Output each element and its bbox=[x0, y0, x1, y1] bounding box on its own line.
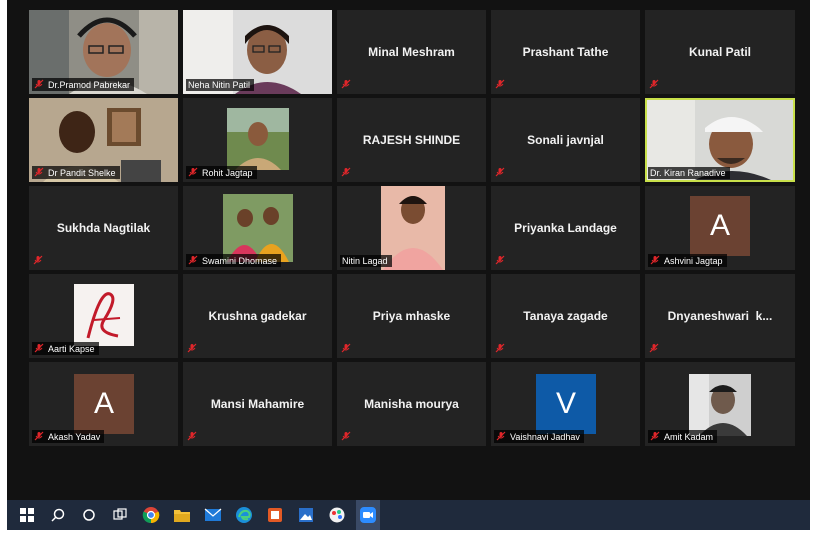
participant-tile[interactable]: Mansi Mahamire bbox=[183, 362, 332, 446]
participant-name-label: Akash Yadav bbox=[32, 430, 105, 443]
participant-tile[interactable]: Priya mhaske bbox=[337, 274, 486, 358]
participant-name: RAJESH SHINDE bbox=[362, 133, 461, 147]
participant-tile[interactable]: Kunal Patil bbox=[645, 10, 795, 94]
participant-tile[interactable]: Minal Meshram bbox=[337, 10, 486, 94]
participant-video bbox=[689, 374, 751, 436]
office-icon[interactable] bbox=[263, 500, 287, 530]
windows-start-icon[interactable] bbox=[15, 500, 39, 530]
participant-tile[interactable]: Aarti Kapse bbox=[29, 274, 178, 358]
participant-name: Sonali javnjal bbox=[527, 133, 604, 147]
participant-name-label: Amit Kadam bbox=[648, 430, 718, 443]
participant-video bbox=[223, 194, 293, 262]
participant-name-label: Neha Nitin Patil bbox=[186, 79, 255, 91]
participant-name-label: Nitin Lagad bbox=[340, 255, 392, 267]
participant-video bbox=[74, 284, 134, 346]
zoom-gallery-view: Dr.Pramod Pabrekar Neha Nitin Patil Mina… bbox=[7, 0, 810, 500]
participant-tile[interactable]: Neha Nitin Patil bbox=[183, 10, 332, 94]
mic-muted-icon bbox=[188, 255, 199, 266]
task-view-icon[interactable] bbox=[108, 500, 132, 530]
participant-name: Priyanka Landage bbox=[514, 221, 617, 235]
participant-name-label: Dr.Pramod Pabrekar bbox=[32, 78, 135, 91]
participant-tile[interactable]: Nitin Lagad bbox=[337, 186, 486, 270]
mic-muted-icon bbox=[341, 167, 352, 178]
mic-muted-icon bbox=[341, 431, 352, 442]
mic-muted-icon bbox=[495, 79, 506, 90]
mic-muted-icon bbox=[188, 167, 199, 178]
participant-tile[interactable]: Prashant Tathe bbox=[491, 10, 640, 94]
mic-muted-icon bbox=[341, 79, 352, 90]
participant-tile[interactable]: Manisha mourya bbox=[337, 362, 486, 446]
mic-muted-icon bbox=[34, 79, 45, 90]
chrome-icon[interactable] bbox=[139, 500, 163, 530]
file-explorer-icon[interactable] bbox=[170, 500, 194, 530]
participant-avatar: A bbox=[74, 374, 134, 434]
mic-muted-icon bbox=[649, 343, 660, 354]
participant-tile[interactable]: Dnyaneshwari k... bbox=[645, 274, 795, 358]
participant-name: Kunal Patil bbox=[688, 45, 751, 59]
participant-name-label: Vaishnavi Jadhav bbox=[494, 430, 584, 443]
mic-muted-icon bbox=[495, 255, 506, 266]
edge-icon[interactable] bbox=[232, 500, 256, 530]
participant-tile[interactable]: Krushna gadekar bbox=[183, 274, 332, 358]
participant-avatar: A bbox=[690, 196, 750, 256]
participant-name: Sukhda Nagtilak bbox=[56, 221, 151, 235]
participant-name: Krushna gadekar bbox=[208, 309, 307, 323]
participant-name: Priya mhaske bbox=[372, 309, 451, 323]
participant-tile[interactable]: Priyanka Landage bbox=[491, 186, 640, 270]
participant-tile[interactable]: Amit Kadam bbox=[645, 362, 795, 446]
participant-tile[interactable]: Dr Pandit Shelke bbox=[29, 98, 178, 182]
participant-avatar: V bbox=[536, 374, 596, 434]
mic-muted-icon bbox=[649, 79, 660, 90]
participant-name-label: Ashvini Jagtap bbox=[648, 254, 727, 267]
mic-muted-icon bbox=[650, 431, 661, 442]
photos-icon[interactable] bbox=[294, 500, 318, 530]
participant-name: Prashant Tathe bbox=[522, 45, 609, 59]
mic-muted-icon bbox=[495, 343, 506, 354]
participant-tile[interactable]: Tanaya zagade bbox=[491, 274, 640, 358]
windows-taskbar bbox=[7, 500, 810, 530]
participant-name-label: Aarti Kapse bbox=[32, 342, 99, 355]
mic-muted-icon bbox=[495, 167, 506, 178]
participant-name: Mansi Mahamire bbox=[210, 397, 305, 411]
mic-muted-icon bbox=[33, 255, 44, 266]
participant-name: Tanaya zagade bbox=[523, 309, 608, 323]
participant-tile[interactable]: A Ashvini Jagtap bbox=[645, 186, 795, 270]
mic-muted-icon bbox=[34, 167, 45, 178]
mail-icon[interactable] bbox=[201, 500, 225, 530]
mic-muted-icon bbox=[187, 343, 198, 354]
participant-name-label: Dr. Kiran Ranadive bbox=[648, 167, 730, 179]
mic-muted-icon bbox=[187, 431, 198, 442]
participant-video bbox=[227, 108, 289, 170]
participant-tile[interactable]: Swamini Dhomase bbox=[183, 186, 332, 270]
participant-tile[interactable]: Sukhda Nagtilak bbox=[29, 186, 178, 270]
participant-name-label: Rohit Jagtap bbox=[186, 166, 257, 179]
participant-name: Minal Meshram bbox=[368, 45, 455, 59]
mic-muted-icon bbox=[496, 431, 507, 442]
participant-tile[interactable]: RAJESH SHINDE bbox=[337, 98, 486, 182]
zoom-icon[interactable] bbox=[356, 500, 380, 530]
mic-muted-icon bbox=[341, 343, 352, 354]
participant-name-label: Swamini Dhomase bbox=[186, 254, 282, 267]
mic-muted-icon bbox=[34, 343, 45, 354]
participant-tile-active-speaker[interactable]: Dr. Kiran Ranadive bbox=[645, 98, 795, 182]
participant-name: Manisha mourya bbox=[364, 397, 459, 411]
participant-tile[interactable]: A Akash Yadav bbox=[29, 362, 178, 446]
participant-tile[interactable]: Rohit Jagtap bbox=[183, 98, 332, 182]
mic-muted-icon bbox=[34, 431, 45, 442]
cortana-icon[interactable] bbox=[77, 500, 101, 530]
participant-name: Dnyaneshwari k... bbox=[667, 309, 773, 323]
search-icon[interactable] bbox=[46, 500, 70, 530]
paint-icon[interactable] bbox=[325, 500, 349, 530]
mic-muted-icon bbox=[650, 255, 661, 266]
participant-tile[interactable]: Sonali javnjal bbox=[491, 98, 640, 182]
participant-tile[interactable]: Dr.Pramod Pabrekar bbox=[29, 10, 178, 94]
participant-name-label: Dr Pandit Shelke bbox=[32, 166, 120, 179]
participant-tile[interactable]: V Vaishnavi Jadhav bbox=[491, 362, 640, 446]
